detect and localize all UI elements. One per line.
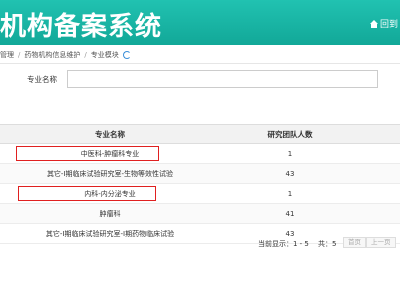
app-title: 机构备案系统 [0,12,163,42]
column-header-team-size[interactable]: 研究团队人数 [220,129,360,140]
specialty-name-label: 专业名称 [27,75,57,84]
home-icon [369,19,378,28]
breadcrumb-separator: / [84,51,87,59]
breadcrumb-item-specialty: 专业模块 [90,51,119,59]
pagination: 当前显示：1 - 5 共：5 首页 上一页 [0,237,400,250]
app-header: 机构备案系统 回到 [0,0,400,45]
breadcrumb-item-drug-institution[interactable]: 药物机构信息维护 [24,50,80,60]
breadcrumb: 管理 / 药物机构信息维护 / 专业模块 [0,48,131,62]
cell-team-size: 1 [287,189,293,198]
table-row[interactable]: 其它-Ⅰ期临床试验研究室-生物等效性试验 43 [0,164,400,184]
cell-team-size: 43 [285,169,295,178]
cell-specialty: 肿瘤科 [99,209,121,218]
specialty-name-input[interactable] [67,70,378,88]
prev-page-button[interactable]: 上一页 [366,237,396,248]
first-page-button[interactable]: 首页 [343,237,366,248]
highlight-box [18,186,156,201]
cell-specialty: 其它-Ⅰ期临床试验研究室-生物等效性试验 [46,169,174,178]
cell-team-size: 1 [287,149,293,158]
table-row[interactable]: 内科-内分泌专业 1 [0,184,400,204]
breadcrumb-item-management[interactable]: 管理 [0,50,14,60]
back-home-link[interactable]: 回到 [369,17,398,30]
table-row[interactable]: 肿瘤科 41 [0,204,400,224]
table-header: 专业名称 研究团队人数 [0,124,400,144]
page-range-text: 当前显示：1 - 5 [258,240,309,248]
refresh-icon[interactable] [122,51,131,59]
back-home-label: 回到 [379,20,398,30]
column-header-specialty[interactable]: 专业名称 [0,129,220,140]
specialty-table: 专业名称 研究团队人数 中医科-肿瘤科专业 1 其它-Ⅰ期临床试验研究室-生物等… [0,124,400,244]
table-row[interactable]: 中医科-肿瘤科专业 1 [0,144,400,164]
cell-team-size: 41 [285,209,295,218]
total-count-text: 共：5 [318,240,337,248]
breadcrumb-separator: / [18,51,21,59]
header-divider [0,63,400,64]
table-body: 中医科-肿瘤科专业 1 其它-Ⅰ期临床试验研究室-生物等效性试验 43 内科-内… [0,144,400,244]
highlight-box [16,146,159,161]
